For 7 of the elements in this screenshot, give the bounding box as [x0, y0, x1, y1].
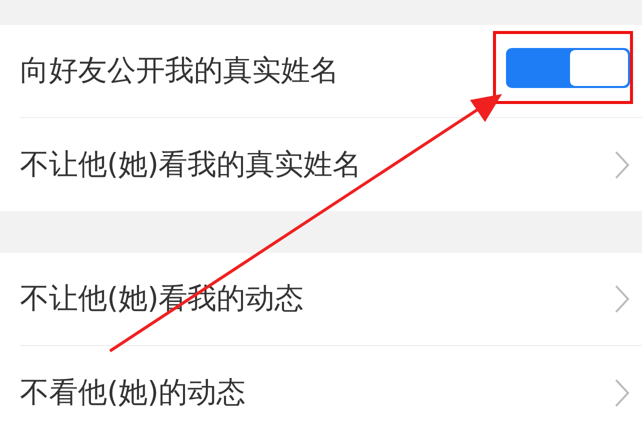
chevron-right-icon: [614, 284, 630, 314]
toggle-switch[interactable]: [506, 48, 630, 88]
chevron-right-icon: [614, 150, 630, 180]
setting-label: 向好友公开我的真实姓名: [20, 52, 339, 89]
setting-label: 不看他(她)的动态: [20, 374, 246, 410]
setting-label: 不让他(她)看我的真实姓名: [20, 146, 362, 182]
chevron-right-icon: [614, 378, 630, 408]
